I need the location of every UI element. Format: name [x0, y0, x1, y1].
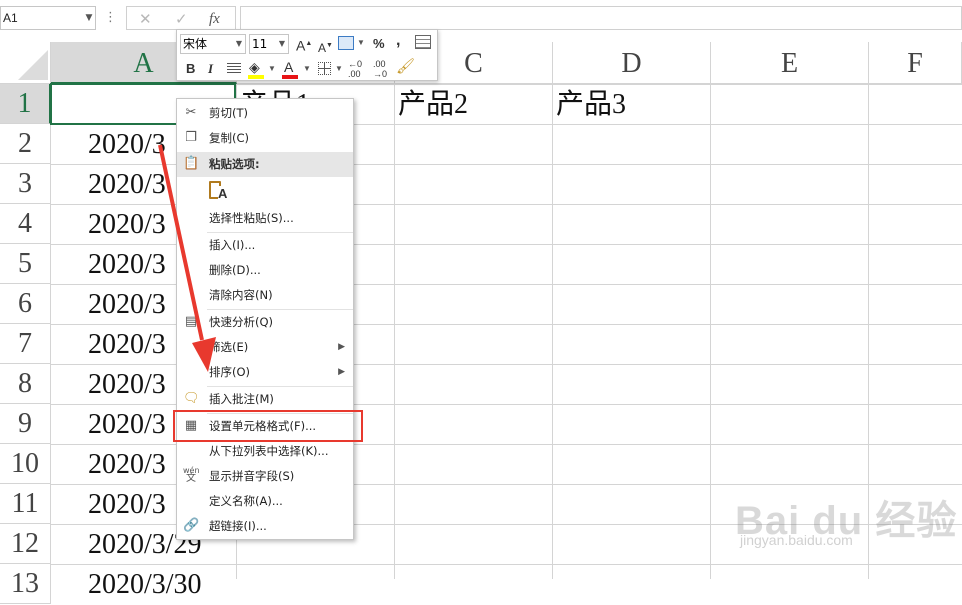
watermark-url: jingyan.baidu.com: [740, 532, 853, 548]
arrow-head: [192, 337, 216, 372]
arrow-shaft: [158, 144, 204, 341]
